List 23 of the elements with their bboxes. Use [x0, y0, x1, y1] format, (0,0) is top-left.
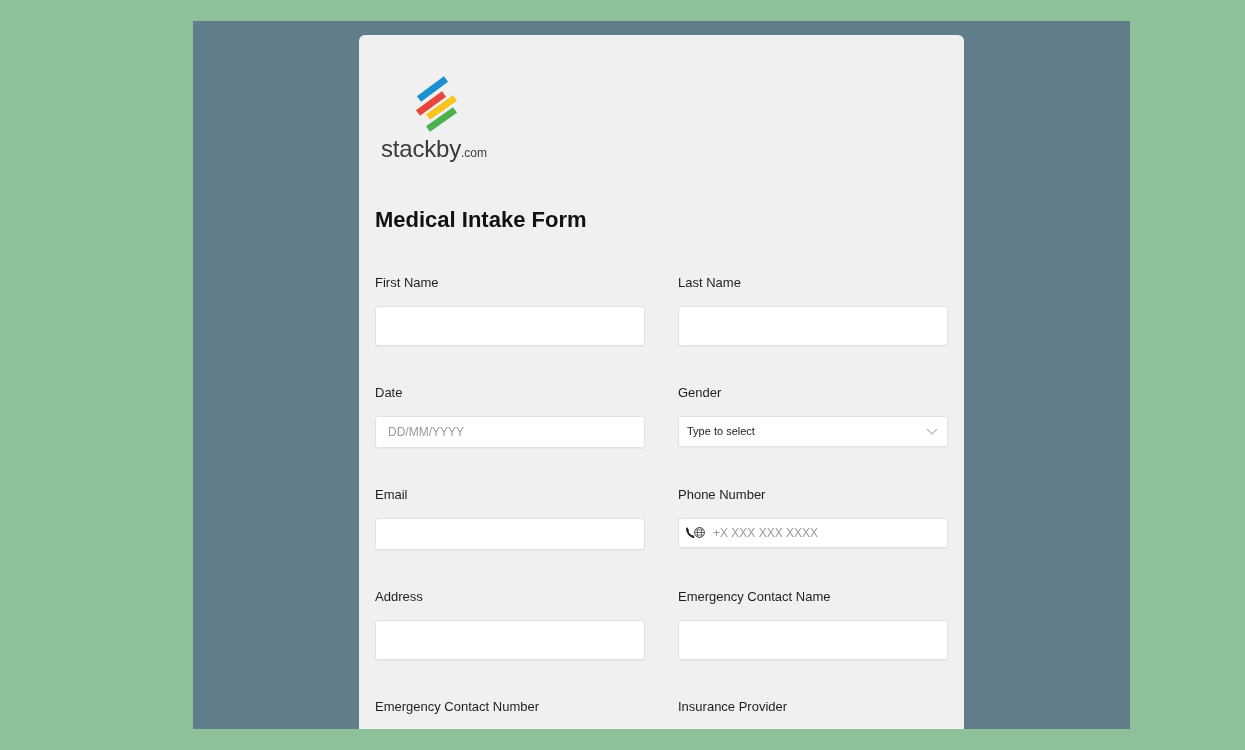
date-input[interactable]: DD/MM/YYYY	[375, 416, 645, 448]
field-label: Date	[375, 384, 404, 402]
gender-select[interactable]: Type to select	[678, 416, 948, 447]
logo-suffix: .com	[460, 146, 487, 160]
text-input[interactable]	[375, 306, 645, 346]
phone-globe-icon	[685, 526, 705, 540]
field-label: Insurance Provider	[678, 698, 789, 716]
field-label: Email	[375, 486, 409, 504]
field-label: Phone Number	[678, 486, 767, 504]
phone-input[interactable]: +X XXX XXX XXXX	[678, 518, 948, 548]
text-input[interactable]	[678, 620, 948, 660]
field-label: First Name	[375, 274, 440, 292]
field-label: Address	[375, 588, 424, 606]
form-title: Medical Intake Form	[375, 206, 588, 234]
chevron-down-icon	[926, 428, 938, 435]
text-input[interactable]	[678, 306, 948, 346]
field-label: Gender	[678, 384, 723, 402]
field-label: Emergency Contact Name	[678, 588, 832, 606]
email-input[interactable]	[375, 518, 645, 550]
field-label: Emergency Contact Number	[375, 698, 540, 716]
logo-wordmark: stackby	[381, 135, 461, 163]
text-input[interactable]	[375, 620, 645, 660]
field-label: Last Name	[678, 274, 742, 292]
